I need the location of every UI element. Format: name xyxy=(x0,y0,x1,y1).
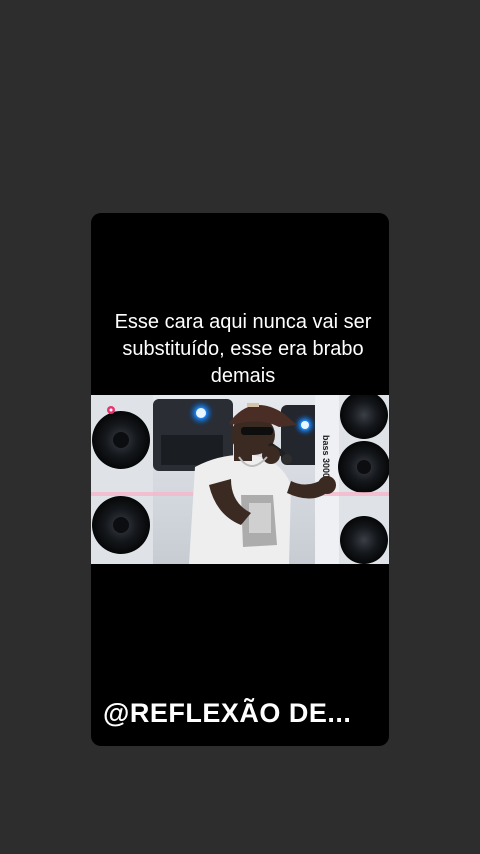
speaker-brand-label: bass 3000 xyxy=(321,435,331,478)
record-dot-icon xyxy=(107,406,115,414)
story-caption: Esse cara aqui nunca vai ser substituído… xyxy=(101,309,385,390)
video-still: bass 3000 xyxy=(91,395,389,564)
caption-line-3: demais xyxy=(210,365,276,387)
caption-line-1: Esse cara aqui nunca vai ser xyxy=(114,311,372,333)
story-card[interactable]: Esse cara aqui nunca vai ser substituído… xyxy=(91,213,389,746)
caption-line-2: substituído, esse era brabo xyxy=(122,338,364,360)
account-watermark: @REFLEXÃO DE... xyxy=(103,698,352,728)
speaker-stack-left xyxy=(91,395,153,564)
video-player[interactable]: bass 3000 xyxy=(91,395,389,564)
